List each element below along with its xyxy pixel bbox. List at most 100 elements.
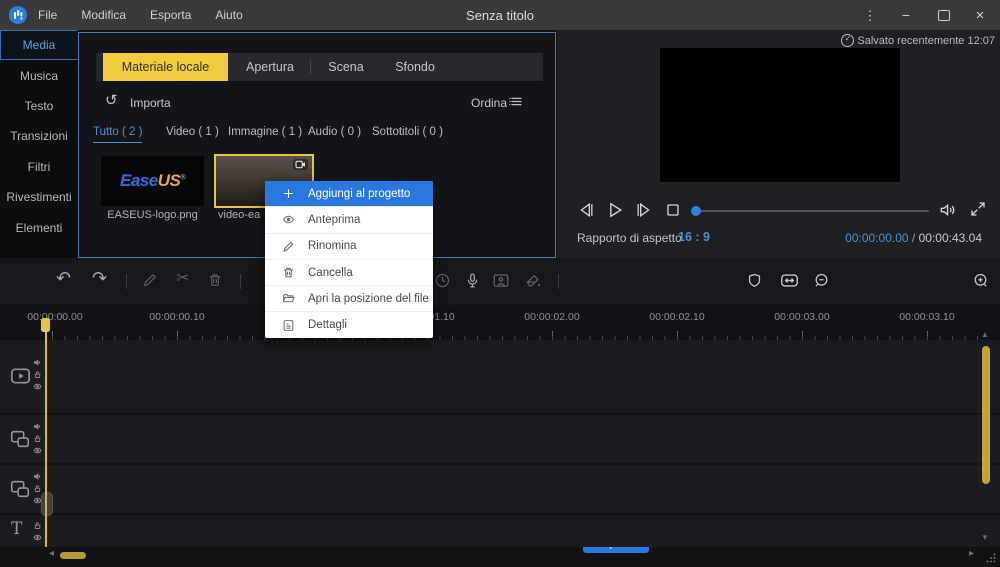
delete-trash-icon[interactable] [207, 272, 225, 290]
plus-icon [282, 187, 295, 200]
video-viewport [660, 48, 900, 182]
playback-progress-bar[interactable] [693, 210, 929, 212]
horizontal-scrollbar-thumb[interactable] [60, 552, 86, 559]
timeline-ruler[interactable]: 00:00:00.00 00:00:00.10 00:00:01.00 00:0… [0, 305, 1000, 340]
media-item-thumbnail-logo[interactable]: EaseUS® [101, 156, 204, 206]
track-visibility-icon[interactable] [33, 446, 42, 455]
tab-scena[interactable]: Scena [320, 53, 372, 81]
text-track-icon: T [11, 521, 22, 538]
voiceover-mic-icon[interactable] [464, 272, 482, 290]
overlay-track-1[interactable] [0, 415, 1000, 463]
sidebar-item-elementi[interactable]: Elementi [0, 212, 78, 242]
scroll-up-icon[interactable]: ▲ [981, 331, 989, 339]
menu-aiuto[interactable]: Aiuto [215, 8, 242, 22]
playhead-line[interactable] [45, 328, 47, 547]
playhead-grab-handle[interactable] [41, 492, 53, 516]
aspect-ratio-value[interactable]: 16 : 9 [678, 230, 710, 244]
context-menu-item-delete[interactable]: Cancella [265, 259, 433, 285]
eye-icon [282, 213, 295, 226]
zoom-in-icon[interactable] [972, 272, 990, 290]
play-button[interactable] [605, 200, 625, 220]
sidebar-item-media[interactable]: Media [0, 30, 78, 60]
portrait-screen-icon[interactable] [492, 272, 510, 290]
maximize-icon[interactable] [932, 0, 956, 30]
video-track[interactable] [0, 340, 1000, 413]
scroll-down-icon[interactable]: ▼ [981, 534, 989, 542]
tab-materiale-locale[interactable]: Materiale locale [103, 53, 228, 81]
app-logo-icon [9, 6, 27, 24]
sidebar-item-musica[interactable]: Musica [0, 60, 78, 90]
sort-button[interactable]: Ordina [471, 96, 507, 110]
undo-icon[interactable]: ↶ [56, 269, 74, 287]
tab-sfondo[interactable]: Sfondo [386, 53, 444, 81]
context-menu-item-add-to-project[interactable]: Aggiungi al progetto [265, 181, 433, 206]
tab-apertura[interactable]: Apertura [236, 53, 304, 81]
menu-esporta[interactable]: Esporta [150, 8, 191, 22]
stop-button[interactable] [663, 200, 683, 220]
ruler-label: 00:00:03.10 [899, 311, 954, 323]
previous-frame-button[interactable] [576, 200, 596, 220]
sidebar-item-transizioni[interactable]: Transizioni [0, 121, 78, 151]
edit-pencil-icon[interactable] [142, 272, 160, 290]
track-lock-icon[interactable] [33, 370, 42, 379]
playback-progress-handle[interactable] [691, 206, 701, 216]
playhead-flag[interactable] [41, 318, 50, 332]
track-mute-icon[interactable] [33, 358, 42, 367]
track-lock-icon[interactable] [33, 521, 42, 530]
folder-icon [282, 292, 295, 305]
save-status: ✓ Salvato recentemente 12:07 [841, 34, 995, 47]
track-lock-icon[interactable] [33, 484, 42, 493]
context-menu-item-rename[interactable]: Rinomina [265, 233, 433, 259]
minimize-icon[interactable]: − [894, 0, 918, 30]
resize-grip-icon[interactable] [986, 553, 996, 563]
window-title: Senza titolo [466, 8, 534, 23]
context-menu-item-details[interactable]: Dettagli [265, 311, 433, 337]
filter-tutto[interactable]: Tutto ( 2 ) [93, 126, 142, 143]
track-visibility-icon[interactable] [33, 382, 42, 391]
speed-clock-icon[interactable] [434, 272, 452, 290]
title-bar: File Modifica Esporta Aiuto Senza titolo… [0, 0, 1000, 30]
ruler-label: 00:00:03.00 [774, 311, 829, 323]
logo-text-ease: Ease [120, 171, 158, 190]
filter-audio[interactable]: Audio ( 0 ) [308, 126, 361, 142]
scroll-right-icon[interactable]: ▸ [969, 549, 974, 559]
close-icon[interactable]: × [968, 0, 992, 30]
sort-list-icon[interactable] [509, 94, 524, 109]
overlay-track-2[interactable] [0, 465, 1000, 513]
next-frame-button[interactable] [634, 200, 654, 220]
zoom-out-icon[interactable] [813, 272, 831, 290]
track-mute-icon[interactable] [33, 422, 42, 431]
redo-icon[interactable]: ↷ [92, 269, 110, 287]
menu-modifica[interactable]: Modifica [81, 8, 126, 22]
saved-check-icon: ✓ [841, 34, 854, 47]
sidebar-item-rivestimenti[interactable]: Rivestimenti [0, 182, 78, 212]
filter-sottotitoli[interactable]: Sottotitoli ( 0 ) [372, 126, 443, 142]
split-scissors-icon[interactable]: ✂ [176, 271, 194, 289]
fit-timeline-icon[interactable] [780, 272, 798, 290]
sidebar-item-testo[interactable]: Testo [0, 91, 78, 121]
scroll-left-icon[interactable]: ◂ [49, 549, 54, 559]
kebab-menu-icon[interactable]: ⋮ [860, 0, 880, 30]
filter-immagine[interactable]: Immagine ( 1 ) [228, 126, 302, 142]
context-menu-item-open-file-location[interactable]: Apri la posizione del file [265, 285, 433, 311]
track-mute-icon[interactable] [33, 472, 42, 481]
text-track[interactable]: T [0, 515, 1000, 547]
marker-shield-icon[interactable] [746, 272, 764, 290]
track-visibility-icon[interactable] [33, 533, 42, 542]
vertical-scrollbar-thumb[interactable] [982, 346, 990, 484]
context-menu-item-preview[interactable]: Anteprima [265, 206, 433, 232]
media-item-name: EASEUS-logo.png [101, 209, 204, 221]
import-icon[interactable]: ↺ [105, 93, 118, 108]
pip-track-icon [9, 428, 31, 450]
fullscreen-icon[interactable] [969, 200, 989, 220]
ruler-label: 00:00:00.10 [149, 311, 204, 323]
chroma-paint-icon[interactable] [524, 272, 542, 290]
track-lock-icon[interactable] [33, 434, 42, 443]
menu-file[interactable]: File [38, 8, 57, 22]
filter-video[interactable]: Video ( 1 ) [166, 126, 219, 142]
details-icon [282, 319, 295, 332]
sidebar-item-filtri[interactable]: Filtri [0, 152, 78, 182]
time-separator: / [912, 231, 915, 245]
volume-icon[interactable] [938, 200, 958, 220]
import-button[interactable]: Importa [130, 96, 171, 110]
